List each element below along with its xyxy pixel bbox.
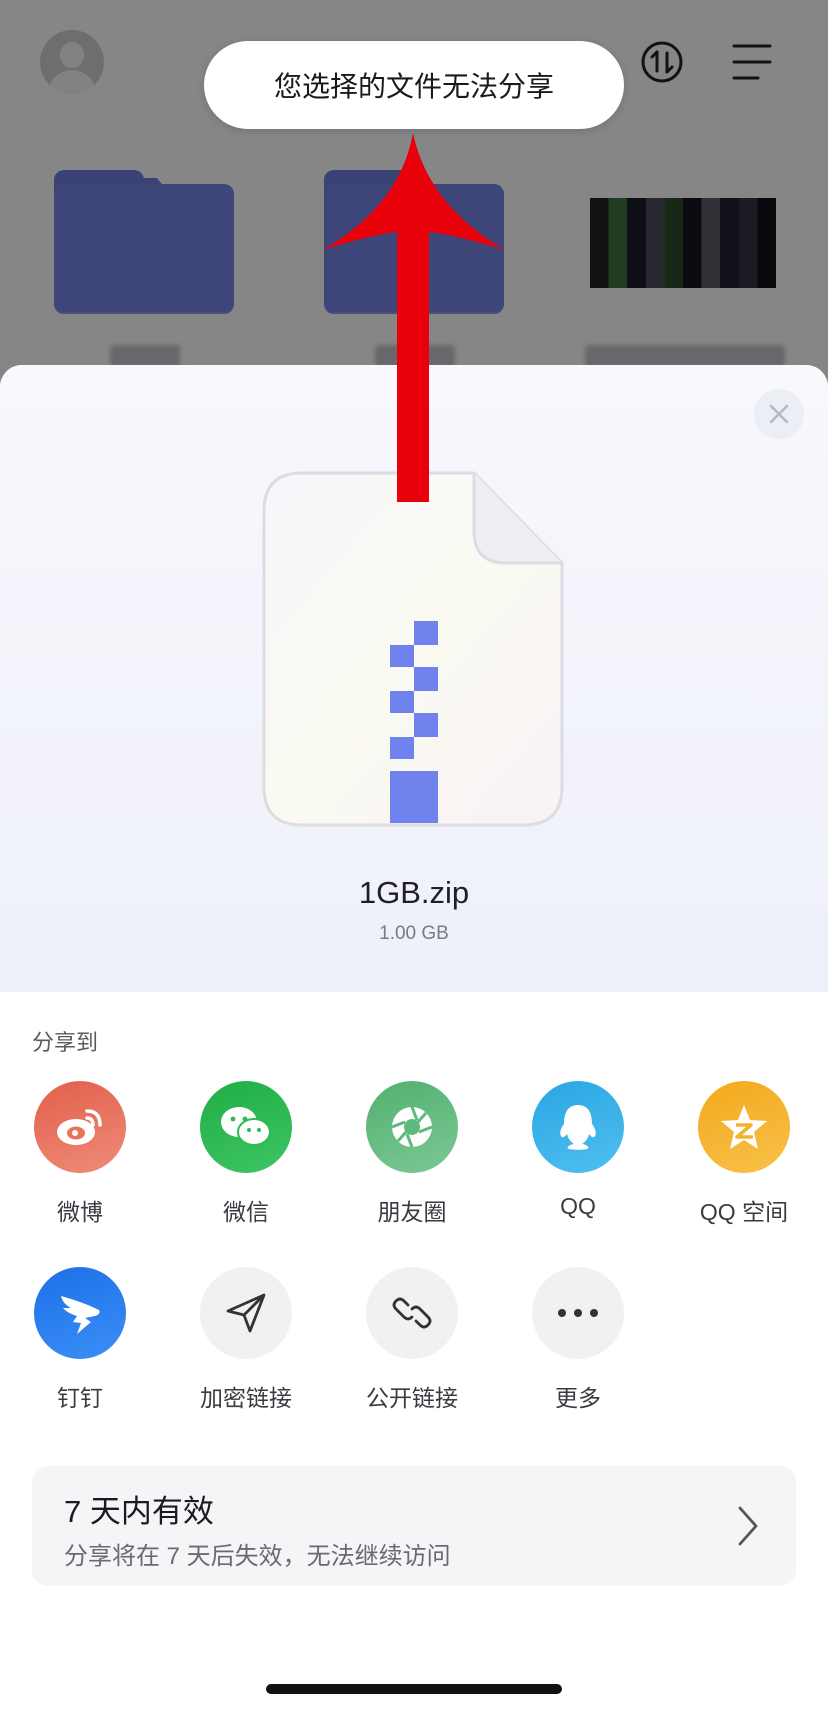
share-encrypted-link[interactable]: 加密链接 xyxy=(176,1267,316,1413)
file-name: 1GB.zip xyxy=(358,875,470,910)
share-sheet: 1GB.zip 1.00 GB 分享到 微博 微信 朋友圈 QQ QQ 空间 钉… xyxy=(0,365,828,1713)
validity-title: 7 天内有效 xyxy=(64,1494,214,1529)
moments-icon xyxy=(366,1081,458,1173)
share-qq[interactable]: QQ xyxy=(508,1081,648,1220)
dingtalk-icon xyxy=(34,1267,126,1359)
share-label: 加密链接 xyxy=(200,1385,292,1411)
qq-icon xyxy=(532,1081,624,1173)
share-label: 钉钉 xyxy=(57,1385,103,1411)
share-label: 微博 xyxy=(57,1199,103,1225)
link-icon xyxy=(366,1267,458,1359)
zip-file-icon xyxy=(262,471,564,827)
share-label: 朋友圈 xyxy=(377,1199,447,1225)
share-weibo[interactable]: 微博 xyxy=(10,1081,150,1227)
chevron-right-icon xyxy=(738,1506,758,1546)
share-qzone[interactable]: QQ 空间 xyxy=(674,1081,814,1227)
wechat-icon xyxy=(200,1081,292,1173)
share-label: 公开链接 xyxy=(366,1385,458,1411)
send-icon xyxy=(200,1267,292,1359)
share-label: QQ 空间 xyxy=(699,1199,789,1225)
share-wechat[interactable]: 微信 xyxy=(176,1081,316,1227)
close-icon xyxy=(769,404,789,424)
share-to-label: 分享到 xyxy=(32,1030,99,1055)
validity-subtitle: 分享将在 7 天后失效，无法继续访问 xyxy=(64,1543,451,1570)
share-public-link[interactable]: 公开链接 xyxy=(342,1267,482,1413)
share-more[interactable]: 更多 xyxy=(508,1267,648,1413)
weibo-icon xyxy=(34,1081,126,1173)
more-icon xyxy=(532,1267,624,1359)
share-label: QQ xyxy=(560,1193,596,1219)
qzone-icon xyxy=(698,1081,790,1173)
share-label: 微信 xyxy=(223,1199,269,1225)
home-indicator xyxy=(266,1684,562,1694)
share-dingtalk[interactable]: 钉钉 xyxy=(10,1267,150,1413)
share-moments[interactable]: 朋友圈 xyxy=(342,1081,482,1227)
toast-message: 您选择的文件无法分享 xyxy=(204,41,624,129)
file-size: 1.00 GB xyxy=(379,923,449,944)
link-validity-card[interactable]: 7 天内有效 分享将在 7 天后失效，无法继续访问 xyxy=(32,1466,796,1586)
close-button[interactable] xyxy=(754,389,804,439)
share-label: 更多 xyxy=(555,1385,601,1411)
